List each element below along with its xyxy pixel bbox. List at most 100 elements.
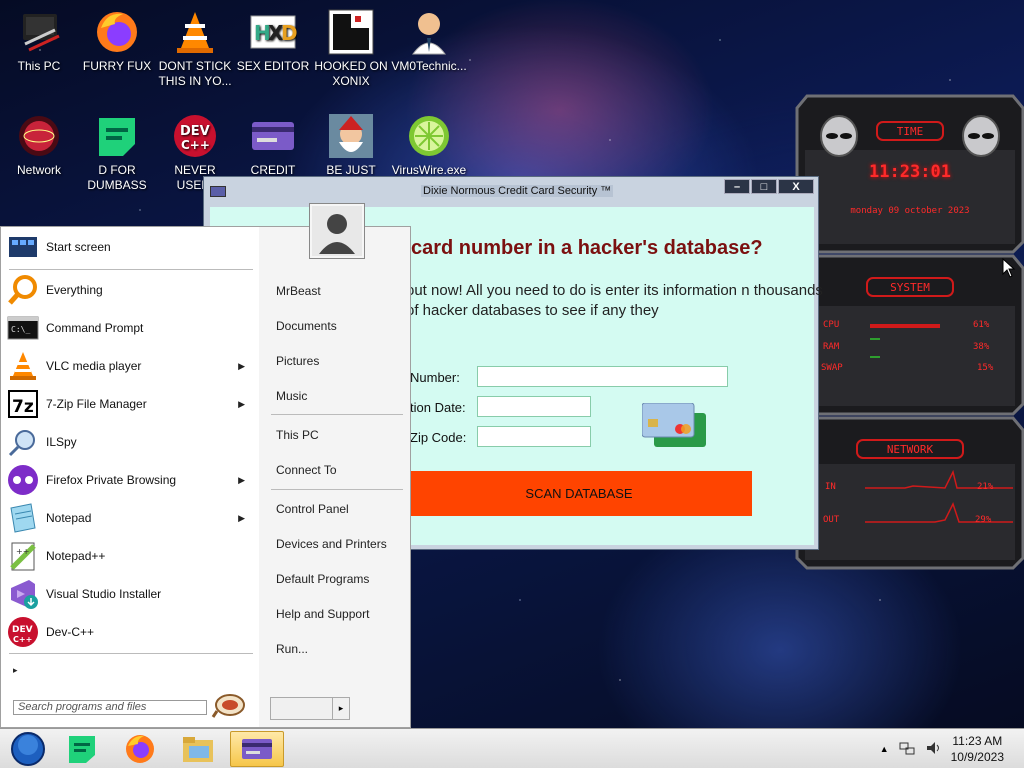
start-item-7zip[interactable]: 7z 7-Zip File Manager ▶ <box>7 387 253 421</box>
start-menu[interactable]: Start screen Everything C:\_ Command Pro… <box>0 226 411 728</box>
desktop-icon-dont-stick[interactable]: DONT STICK THIS IN YO... <box>156 8 234 89</box>
start-menu-separator <box>9 269 253 270</box>
maximize-button[interactable]: □ <box>751 179 777 194</box>
svg-text:DEV: DEV <box>180 124 210 139</box>
search-magnifier-icon[interactable] <box>211 693 245 719</box>
start-right-control-panel[interactable]: Control Panel <box>276 502 349 516</box>
start-right-connect-to[interactable]: Connect To <box>276 463 337 477</box>
expiration-date-label: tion Date: <box>410 400 466 415</box>
start-item-command-prompt[interactable]: C:\_ Command Prompt <box>7 311 253 345</box>
desktop-icon-d-for[interactable]: D FOR DUMBASS <box>78 112 156 193</box>
start-right-separator <box>271 414 403 415</box>
desktop-icon-sex-editor[interactable]: HXD SEX EDITOR <box>234 8 312 74</box>
app-heading: card number in a hacker's database? <box>411 237 763 259</box>
start-right-mrbeast[interactable]: MrBeast <box>276 284 321 298</box>
window-titlebar[interactable]: Dixie Normous Credit Card Security ™ – □… <box>204 177 818 207</box>
start-item-vlc[interactable]: VLC media player ▶ <box>7 349 253 383</box>
start-item-notepadpp[interactable]: ++ Notepad++ <box>7 539 253 573</box>
submenu-arrow-icon: ▶ <box>238 474 245 485</box>
submenu-arrow-icon: ▶ <box>238 360 245 371</box>
start-item-devcpp[interactable]: DEV C++ Dev-C++ <box>7 615 253 649</box>
taskbar-clock[interactable]: 11:23 AM 10/9/2023 <box>951 733 1004 765</box>
desktop-icon-vm0technic[interactable]: VM0Technic... <box>390 8 468 74</box>
start-right-default-programs[interactable]: Default Programs <box>276 572 369 586</box>
start-right-devices-printers[interactable]: Devices and Printers <box>276 537 387 551</box>
shutdown-options-arrow[interactable]: ▸ <box>332 698 349 719</box>
svg-text:D: D <box>281 21 297 45</box>
start-item-notepad[interactable]: Notepad ▶ <box>7 501 253 535</box>
firefox-icon <box>93 8 141 56</box>
gadget-network-title: NETWORK <box>886 443 934 456</box>
vlc-icon <box>7 350 39 382</box>
start-item-start-screen[interactable]: Start screen <box>7 230 253 264</box>
start-right-run[interactable]: Run... <box>276 642 308 656</box>
7zip-icon: 7z <box>7 388 39 420</box>
app-credit-card-icon <box>210 186 226 197</box>
scan-database-button[interactable]: SCAN DATABASE <box>406 471 752 516</box>
gadget-system-title: SYSTEM <box>890 281 930 294</box>
search-programs-input[interactable]: Search programs and files <box>13 700 207 715</box>
start-screen-icon <box>7 231 39 263</box>
credit-cards-icon <box>641 402 708 453</box>
network-icon <box>15 112 63 160</box>
santa-icon <box>327 112 375 160</box>
svg-text:DEV: DEV <box>12 625 33 635</box>
start-item-ilspy[interactable]: ILSpy <box>7 425 253 459</box>
clock-date: 10/9/2023 <box>950 750 1004 764</box>
gadget-ram-label: RAM <box>823 342 840 352</box>
submenu-arrow-icon: ▶ <box>238 512 245 523</box>
gadget-in-label: IN <box>825 482 836 492</box>
gadget-time: 11:23:01 <box>869 162 951 182</box>
xonix-game-icon <box>327 8 375 56</box>
minimize-button[interactable]: – <box>724 179 750 194</box>
notepadpp-icon: ++ <box>7 540 39 572</box>
network-tray-icon[interactable] <box>899 740 915 759</box>
close-button[interactable]: X <box>778 179 814 194</box>
vlc-cone-icon <box>171 8 219 56</box>
taskbar-green-d-app[interactable] <box>56 731 108 767</box>
zip-code-input[interactable] <box>477 426 591 447</box>
devcpp-icon: DEV C++ <box>7 616 39 648</box>
volume-icon[interactable] <box>925 740 941 759</box>
svg-text:C++: C++ <box>13 635 32 644</box>
taskbar-credit-card-checker[interactable] <box>230 731 284 767</box>
taskbar-file-explorer[interactable] <box>172 731 224 767</box>
system-monitor-gadget[interactable]: TIME 11:23:01 monday 09 october 2023 SYS… <box>795 92 1024 570</box>
desktop-icon-this-pc[interactable]: This PC <box>0 8 78 74</box>
tray-overflow-arrow[interactable]: ▲ <box>880 744 889 754</box>
gadget-in-value: 21% <box>977 482 994 492</box>
gadget-swap-value: 15% <box>977 363 994 373</box>
start-menu-separator <box>9 653 253 654</box>
expiration-date-input[interactable] <box>477 396 591 417</box>
start-item-everything[interactable]: Everything <box>7 273 253 307</box>
notepad-icon <box>7 502 39 534</box>
gadget-cpu-label: CPU <box>823 320 840 330</box>
system-tray: ▲ 11:23 AM 10/9/2023 <box>880 733 1004 765</box>
start-right-this-pc[interactable]: This PC <box>276 428 319 442</box>
ilspy-icon <box>7 426 39 458</box>
start-button[interactable] <box>2 731 54 767</box>
start-right-music[interactable]: Music <box>276 389 307 403</box>
start-menu-programs: Start screen Everything C:\_ Command Pro… <box>1 227 259 727</box>
taskbar-firefox[interactable] <box>114 731 166 767</box>
gadget-time-title: TIME <box>896 125 924 138</box>
app-description: out now! All you need to do is enter its… <box>406 282 823 319</box>
start-right-documents[interactable]: Documents <box>276 319 337 333</box>
green-d-icon <box>93 112 141 160</box>
card-number-input[interactable] <box>477 366 728 387</box>
user-avatar[interactable] <box>310 204 364 258</box>
start-right-help-support[interactable]: Help and Support <box>276 607 369 621</box>
gadget-out-value: 29% <box>975 515 992 525</box>
desktop-icon-furry-fux[interactable]: FURRY FUX <box>78 8 156 74</box>
start-right-separator <box>271 489 403 490</box>
start-item-vs-installer[interactable]: Visual Studio Installer <box>7 577 253 611</box>
desktop-icon-viruswire[interactable]: VirusWire.exe <box>390 112 468 178</box>
desktop-icon-xonix[interactable]: HOOKED ON XONIX <box>312 8 390 89</box>
desktop-icon-network[interactable]: Network <box>0 112 78 178</box>
start-item-firefox-private[interactable]: Firefox Private Browsing ▶ <box>7 463 253 497</box>
lime-icon <box>405 112 453 160</box>
shutdown-button[interactable]: ▸ <box>270 697 350 720</box>
start-right-pictures[interactable]: Pictures <box>276 354 319 368</box>
all-programs-arrow[interactable]: ▸ <box>13 665 18 676</box>
submenu-arrow-icon: ▶ <box>238 398 245 409</box>
